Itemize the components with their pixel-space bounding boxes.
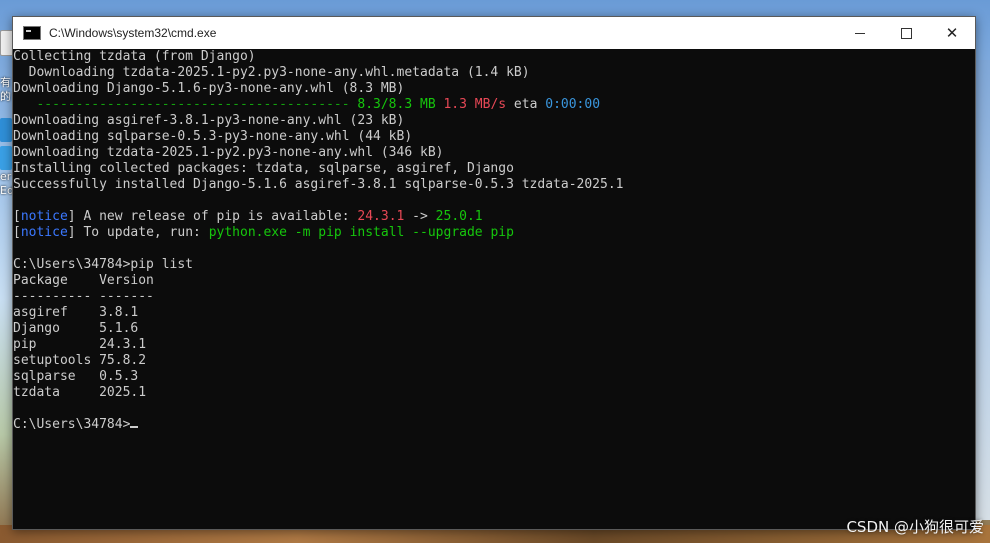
console-segment: Downloading Django-5.1.6-py3-none-any.wh… xyxy=(13,81,405,96)
console-line: asgiref 3.8.1 xyxy=(13,305,623,321)
console-segment: eta xyxy=(506,97,546,112)
console-text: Collecting tzdata (from Django) Download… xyxy=(13,49,623,433)
console-segment: [ xyxy=(13,225,21,240)
maximize-icon xyxy=(900,27,912,39)
console-segment: Downloading sqlparse-0.5.3-py3-none-any.… xyxy=(13,129,413,144)
console-line: Installing collected packages: tzdata, s… xyxy=(13,161,623,177)
console-line: Collecting tzdata (from Django) xyxy=(13,49,623,65)
console-segment: notice xyxy=(20,209,68,224)
console-segment: Package Version xyxy=(13,273,154,288)
console-segment: Downloading tzdata-2025.1-py2.py3-none-a… xyxy=(13,65,530,80)
window-controls: ✕ xyxy=(837,17,975,49)
csdn-watermark: CSDN @小狗很可爱 xyxy=(846,518,984,536)
console-line: Downloading tzdata-2025.1-py2.py3-none-a… xyxy=(13,65,623,81)
window-title: C:\Windows\system32\cmd.exe xyxy=(49,26,217,40)
title-bar[interactable]: C:\Windows\system32\cmd.exe ✕ xyxy=(13,17,975,49)
console-line: setuptools 75.8.2 xyxy=(13,353,623,369)
desktop-wallpaper-edge xyxy=(976,60,990,520)
console-segment: [ xyxy=(13,209,21,224)
cmd-window[interactable]: C:\Windows\system32\cmd.exe ✕ Collecting… xyxy=(12,16,976,530)
console-segment: tzdata 2025.1 xyxy=(13,385,147,400)
console-segment: setuptools 75.8.2 xyxy=(13,353,147,368)
console-segment: Successfully installed Django-5.1.6 asgi… xyxy=(13,177,624,192)
console-line: ----------------------------------------… xyxy=(13,97,623,113)
cmd-app-icon[interactable] xyxy=(23,26,41,40)
console-segment: Django 5.1.6 xyxy=(13,321,139,336)
console-segment: 1.3 MB/s xyxy=(443,97,507,112)
console-segment: 25.0.1 xyxy=(435,209,483,224)
console-segment: ---------------------------------------- xyxy=(13,97,358,112)
console-segment: Installing collected packages: tzdata, s… xyxy=(13,161,514,176)
console-segment: C:\Users\34784>pip list xyxy=(13,257,194,272)
console-segment: ] A new release of pip is available: xyxy=(67,209,358,224)
maximize-button[interactable] xyxy=(883,17,929,49)
console-line: Downloading Django-5.1.6-py3-none-any.wh… xyxy=(13,81,623,97)
console-segment: ---------- ------- xyxy=(13,289,154,304)
close-button[interactable]: ✕ xyxy=(929,17,975,49)
console-line: C:\Users\34784> xyxy=(13,417,623,433)
console-segment: pip 24.3.1 xyxy=(13,337,147,352)
desktop-app-icon[interactable] xyxy=(0,118,12,142)
desktop-label: 的 xyxy=(0,90,11,103)
console-segment: 8.3/8.3 MB xyxy=(357,97,436,112)
close-icon: ✕ xyxy=(945,23,959,42)
console-line: pip 24.3.1 xyxy=(13,337,623,353)
console-segment: python.exe -m pip install --upgrade pip xyxy=(208,225,514,240)
console-output[interactable]: Collecting tzdata (from Django) Download… xyxy=(13,49,975,529)
console-segment: -> xyxy=(404,209,436,224)
console-segment: 24.3.1 xyxy=(357,209,405,224)
minimize-icon xyxy=(855,32,865,34)
console-line: sqlparse 0.5.3 xyxy=(13,369,623,385)
console-segment: asgiref 3.8.1 xyxy=(13,305,139,320)
desktop-app-icon[interactable] xyxy=(0,146,12,170)
console-segment: sqlparse 0.5.3 xyxy=(13,369,139,384)
console-segment: Downloading tzdata-2025.1-py2.py3-none-a… xyxy=(13,145,444,160)
console-line: Downloading tzdata-2025.1-py2.py3-none-a… xyxy=(13,145,623,161)
console-segment: 0:00:00 xyxy=(545,97,601,112)
console-line: [notice] To update, run: python.exe -m p… xyxy=(13,225,623,241)
desktop-label: er xyxy=(0,170,12,183)
console-line: Package Version xyxy=(13,273,623,289)
console-line: tzdata 2025.1 xyxy=(13,385,623,401)
console-line: Django 5.1.6 xyxy=(13,321,623,337)
console-line: ---------- ------- xyxy=(13,289,623,305)
console-line: Downloading asgiref-3.8.1-py3-none-any.w… xyxy=(13,113,623,129)
console-segment: Downloading asgiref-3.8.1-py3-none-any.w… xyxy=(13,113,405,128)
console-line: C:\Users\34784>pip list xyxy=(13,257,623,273)
console-segment: ] To update, run: xyxy=(67,225,209,240)
console-line: Downloading sqlparse-0.5.3-py3-none-any.… xyxy=(13,129,623,145)
minimize-button[interactable] xyxy=(837,17,883,49)
console-segment: C:\Users\34784> xyxy=(13,417,131,432)
console-segment: Collecting tzdata (from Django) xyxy=(13,49,256,64)
text-cursor xyxy=(130,426,139,428)
console-line: Successfully installed Django-5.1.6 asgi… xyxy=(13,177,623,193)
console-line: [notice] A new release of pip is availab… xyxy=(13,209,623,225)
console-segment: notice xyxy=(20,225,68,240)
